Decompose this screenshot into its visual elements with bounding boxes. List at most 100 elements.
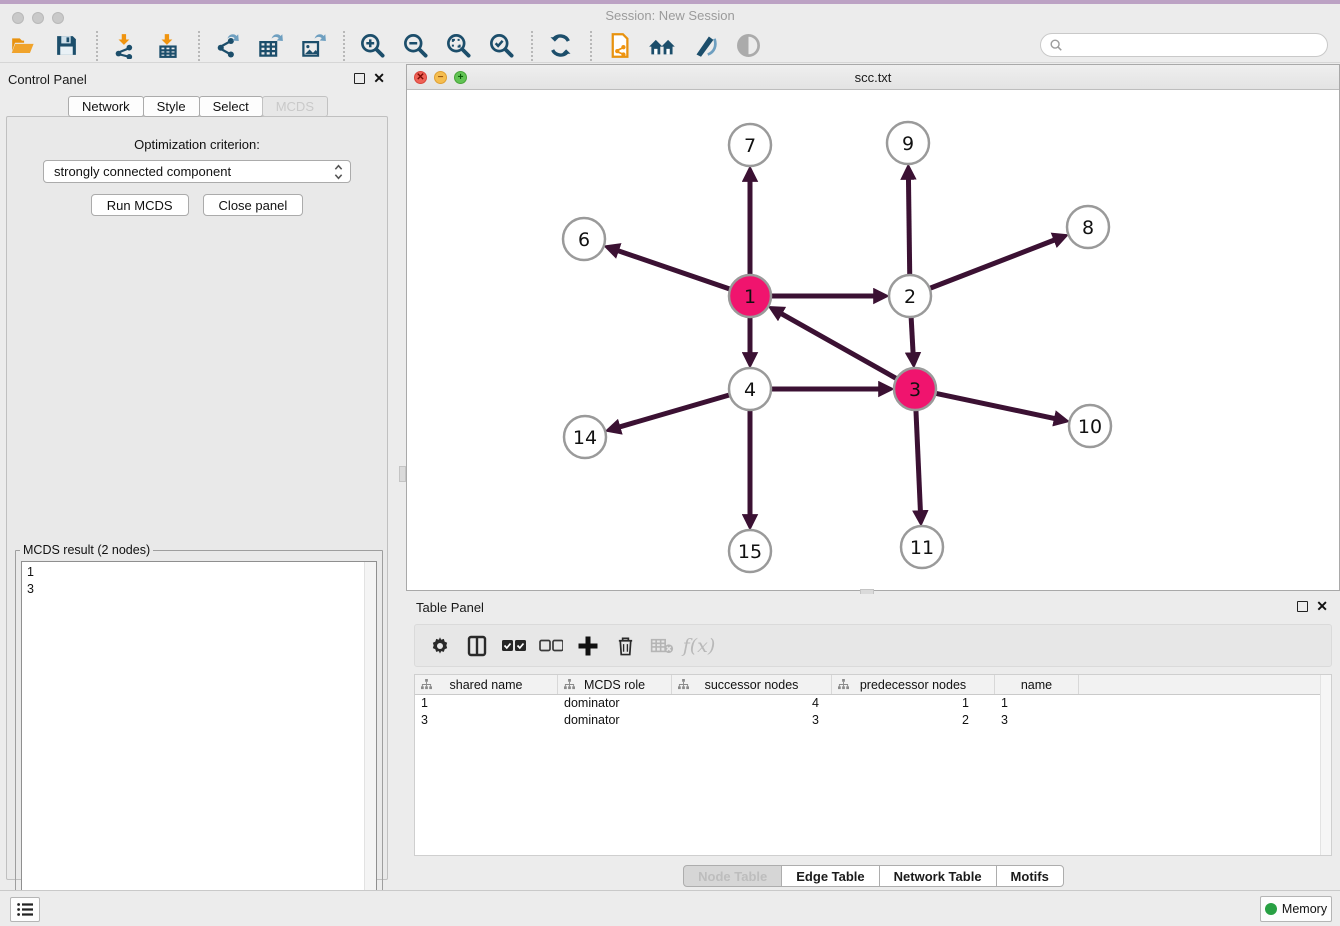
delete-columns-icon[interactable] [612,633,638,659]
tab-edge-table[interactable]: Edge Table [781,865,879,887]
table-cell[interactable]: 1 [832,695,995,712]
hide-selected-icon[interactable] [733,31,763,61]
column-header-label: successor nodes [705,678,799,692]
format-network-icon[interactable] [690,31,720,61]
run-mcds-button[interactable]: Run MCDS [91,194,189,216]
network-window-titlebar[interactable]: ✕ − + scc.txt [407,65,1339,90]
graph-node-1[interactable]: 1 [729,275,771,317]
table-panel-close-icon[interactable]: ✕ [1316,598,1328,614]
graph-edge-2-9[interactable] [908,179,909,278]
memory-button[interactable]: Memory [1260,896,1332,922]
graph-node-label: 2 [904,286,916,308]
graph-node-11[interactable]: 11 [901,526,943,568]
table-cell[interactable]: 4 [672,695,832,712]
mcds-result-line: 3 [27,581,371,598]
control-panel: Control Panel ✕ NetworkStyleSelectMCDS O… [0,66,395,888]
main-toolbar [0,29,1340,63]
table-scrollbar[interactable] [1320,675,1331,855]
delete-table-icon[interactable] [649,633,675,659]
zoom-in-icon[interactable] [357,31,387,61]
tab-network[interactable]: Network [68,96,144,117]
open-file-icon[interactable] [8,31,38,61]
search-icon [1049,38,1063,52]
column-header-predecessor-nodes[interactable]: predecessor nodes [832,675,995,694]
graph-edge-2-3[interactable] [911,314,913,353]
table-cell[interactable]: 3 [672,712,832,729]
graph-node-3[interactable]: 3 [894,368,936,410]
save-session-icon[interactable] [51,31,81,61]
table-cell[interactable]: 3 [995,712,1079,729]
close-panel-button[interactable]: Close panel [203,194,304,216]
show-column-panel-icon[interactable] [464,633,490,659]
graph-node-10[interactable]: 10 [1069,405,1111,447]
import-network-icon[interactable] [110,31,140,61]
graph-node-14[interactable]: 14 [564,416,606,458]
graph-edge-2-8[interactable] [927,240,1055,289]
status-bar: Memory [0,890,1340,926]
zoom-out-icon[interactable] [400,31,430,61]
graph-node-7[interactable]: 7 [729,124,771,166]
graph-node-6[interactable]: 6 [563,218,605,260]
column-header-MCDS-role[interactable]: MCDS role [558,675,672,694]
graph-node-2[interactable]: 2 [889,275,931,317]
function-builder-icon[interactable]: f(x) [686,633,712,659]
table-cell[interactable]: 1 [995,695,1079,712]
table-cell[interactable]: dominator [558,695,672,712]
search-input[interactable] [1068,38,1327,52]
graph-node-8[interactable]: 8 [1067,206,1109,248]
table-row[interactable]: 1dominator411 [415,695,1331,712]
create-column-icon[interactable] [575,633,601,659]
column-header-shared-name[interactable]: shared name [415,675,558,694]
select-all-columns-icon[interactable] [501,633,527,659]
zoom-fit-icon[interactable] [443,31,473,61]
mcds-result-textarea[interactable]: 13 [21,561,377,919]
network-window-title: scc.txt [407,70,1339,85]
tab-motifs[interactable]: Motifs [996,865,1064,887]
apply-layout-icon[interactable] [545,31,575,61]
graph-edge-3-1[interactable] [781,314,899,380]
tab-mcds[interactable]: MCDS [262,96,328,117]
graph-node-label: 3 [909,379,921,401]
graph-edge-4-14[interactable] [620,394,733,427]
graph-edge-1-6[interactable] [618,251,733,290]
node-table-header: shared nameMCDS role successor nodes prede… [415,675,1331,695]
table-cell[interactable]: 1 [415,695,558,712]
task-history-button[interactable] [10,897,40,922]
table-cell[interactable]: dominator [558,712,672,729]
table-cell[interactable]: 3 [415,712,558,729]
table-cell[interactable]: 2 [832,712,995,729]
zoom-selected-icon[interactable] [486,31,516,61]
horizontal-splitter-handle[interactable] [399,466,406,482]
graph-node-15[interactable]: 15 [729,530,771,572]
result-scrollbar[interactable] [364,562,376,918]
dropdown-stepper-icon [334,163,343,181]
column-header-name[interactable]: name [995,675,1079,694]
column-header-successor-nodes[interactable]: successor nodes [672,675,832,694]
app-title: Session: New Session [0,8,1340,23]
tab-select[interactable]: Select [199,96,263,117]
export-image-icon[interactable] [298,31,328,61]
tab-node-table[interactable]: Node Table [683,865,782,887]
tab-network-table[interactable]: Network Table [879,865,997,887]
table-panel-float-icon[interactable] [1297,601,1308,612]
export-network-icon[interactable] [212,31,242,61]
network-graph[interactable]: 7 9 6 8 1 2 4 3 14 10 15 11 [407,90,1339,590]
network-canvas[interactable]: 7 9 6 8 1 2 4 3 14 10 15 11 [407,90,1339,590]
graph-node-9[interactable]: 9 [887,122,929,164]
control-panel-close-icon[interactable]: ✕ [373,70,385,86]
optimization-criterion-dropdown[interactable]: strongly connected component [43,160,351,183]
copy-network-icon[interactable] [604,31,634,61]
unselect-all-columns-icon[interactable] [538,633,564,659]
graph-edge-3-11[interactable] [916,407,921,511]
table-row[interactable]: 3dominator323 [415,712,1331,729]
import-table-icon[interactable] [153,31,183,61]
search-field[interactable] [1040,33,1328,57]
control-panel-float-icon[interactable] [354,73,365,84]
graph-edge-3-10[interactable] [933,393,1055,419]
graph-node-4[interactable]: 4 [729,368,771,410]
table-options-gear-icon[interactable] [427,633,453,659]
graph-node-label: 10 [1078,416,1102,438]
export-table-icon[interactable] [255,31,285,61]
first-neighbors-icon[interactable] [647,31,677,61]
tab-style[interactable]: Style [143,96,200,117]
